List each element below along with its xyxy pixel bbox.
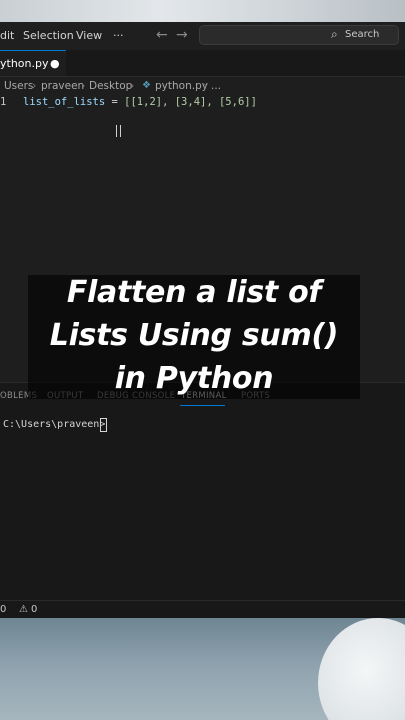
caption-line-1: Flatten a list of (66, 275, 322, 310)
forward-arrow-icon[interactable]: → (176, 27, 188, 43)
error-count[interactable]: 0 (0, 604, 6, 615)
tab-label: ython.py (0, 57, 49, 70)
warning-count[interactable]: 0 (31, 604, 37, 615)
command-center-search[interactable]: ⌕ Search (199, 25, 399, 45)
unsaved-dot-icon[interactable]: ● (50, 57, 60, 70)
caption-line-2: Lists Using sum() (49, 318, 339, 353)
terminal-prompt[interactable]: C:\Users\praveen> (3, 419, 105, 430)
back-arrow-icon[interactable]: ← (156, 27, 168, 43)
background-blur-blob (318, 618, 405, 720)
menu-more[interactable]: ··· (113, 29, 124, 42)
breadcrumb-separator: › (81, 79, 86, 92)
breadcrumb-separator: › (203, 79, 208, 92)
menu-selection[interactable]: Selection (23, 29, 74, 42)
line-number: 1 (0, 96, 7, 108)
caption-line-3: in Python (114, 361, 274, 396)
code-variable: list_of_lists (23, 96, 106, 108)
code-value: [[1,2], [3,4], [5,6]] (124, 96, 257, 108)
video-caption-overlay: Flatten a list of Lists Using sum() in P… (28, 275, 360, 399)
status-bar: 0 ⚠ 0 (0, 600, 405, 618)
python-file-icon: ❖ (142, 80, 151, 91)
tab-python-py[interactable]: ython.py ● (0, 50, 66, 76)
menu-edit[interactable]: dit (0, 29, 14, 42)
breadcrumb-separator: › (32, 79, 37, 92)
background-photo-top (0, 0, 405, 22)
active-tab-indicator (180, 405, 225, 406)
breadcrumb-desktop[interactable]: Desktop (89, 80, 132, 92)
title-bar: dit Selection View ··· ← → ⌕ Search (0, 22, 405, 50)
breadcrumb-users[interactable]: Users (4, 80, 33, 92)
background-photo-bottom (0, 618, 405, 720)
breadcrumb-praveen[interactable]: praveen (41, 80, 84, 92)
tab-bar: ython.py ● (0, 50, 405, 77)
breadcrumb: Users › praveen › Desktop › ❖ python.py … (0, 77, 405, 95)
code-operator: = (105, 96, 125, 108)
menu-view[interactable]: View (76, 29, 102, 42)
terminal-cursor (100, 418, 107, 432)
warning-icon[interactable]: ⚠ (19, 604, 28, 615)
code-line-1[interactable]: list_of_lists = [[1,2], [3,4], [5,6]] (23, 96, 257, 108)
mouse-ibeam-cursor (116, 125, 121, 137)
breadcrumb-separator: › (130, 79, 135, 92)
breadcrumb-ellipsis[interactable]: ... (211, 80, 221, 92)
search-icon: ⌕ (331, 27, 338, 41)
breadcrumb-file[interactable]: python.py (155, 80, 208, 92)
search-label: Search (345, 29, 380, 40)
bottom-panel: OBLEMS OUTPUT DEBUG CONSOLE TERMINAL POR… (0, 382, 405, 601)
